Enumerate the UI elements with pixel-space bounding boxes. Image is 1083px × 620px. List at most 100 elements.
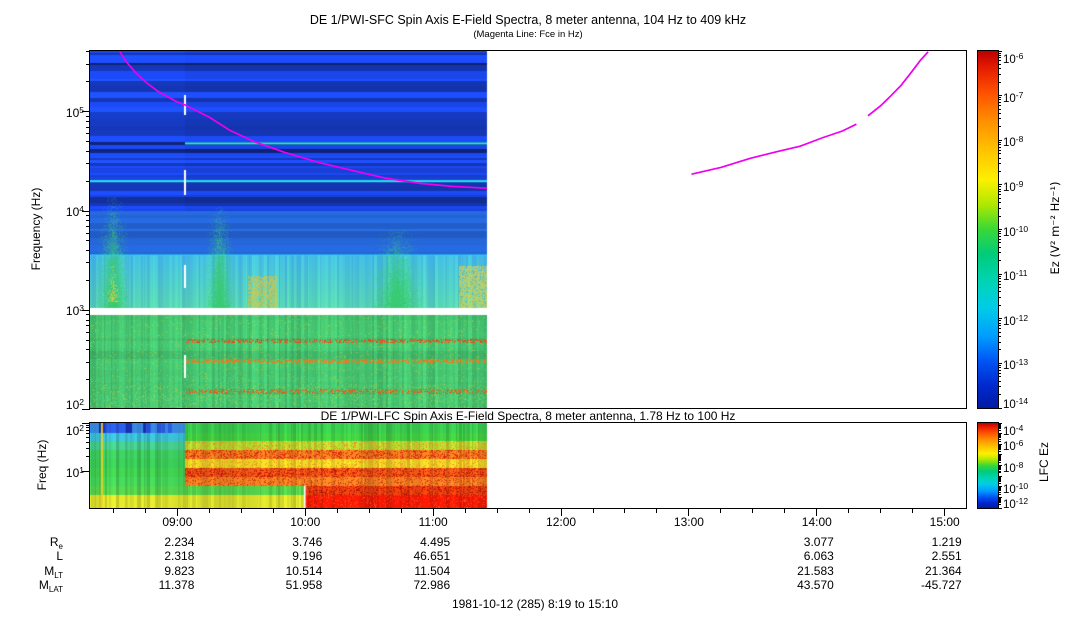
lfc-colorbar-minor-tick bbox=[998, 444, 1001, 446]
sfc-y-minor-tick bbox=[86, 115, 90, 117]
x-minor-tick bbox=[240, 509, 242, 513]
sfc-colorbar-major-tick bbox=[998, 273, 1002, 275]
ephemeris-value: 43.570 bbox=[797, 578, 834, 592]
ephemeris-value: 11.378 bbox=[158, 578, 195, 592]
sfc-y-minor-tick bbox=[86, 279, 90, 281]
lfc-colorbar-tick-label: 10-4 bbox=[1003, 423, 1024, 438]
lfc-colorbar bbox=[977, 422, 999, 509]
lfc-colorbar-tick-label: 10-12 bbox=[1003, 496, 1029, 511]
ephemeris-value: 6.063 bbox=[803, 549, 834, 563]
lfc-colorbar-minor-tick bbox=[998, 504, 1001, 506]
sfc-y-minor-tick bbox=[86, 232, 90, 234]
sfc-colorbar-minor-tick bbox=[998, 291, 1001, 293]
ephemeris-value: 46.651 bbox=[413, 549, 451, 563]
x-minor-tick bbox=[752, 509, 754, 513]
sfc-colorbar-major-tick bbox=[998, 95, 1002, 97]
ephemeris-value: 21.364 bbox=[924, 564, 962, 578]
ephemeris-value: 3.077 bbox=[803, 535, 834, 549]
sfc-colorbar-minor-tick bbox=[998, 376, 1001, 378]
lfc-panel-title: DE 1/PWI-LFC Spin Axis E-Field Spectra, … bbox=[320, 409, 736, 423]
sfc-colorbar-minor-tick bbox=[998, 146, 1001, 148]
sfc-y-minor-tick bbox=[86, 163, 90, 165]
x-tick-label: 15:00 bbox=[929, 515, 960, 529]
ephemeris-row-label: L bbox=[56, 549, 63, 563]
sfc-y-minor-tick bbox=[86, 81, 90, 83]
sfc-colorbar-minor-tick bbox=[998, 328, 1001, 330]
x-tick-label: 13:00 bbox=[673, 515, 704, 529]
sfc-colorbar-minor-tick bbox=[998, 97, 1001, 99]
sfc-y-minor-tick bbox=[86, 314, 90, 316]
lfc-colorbar-minor-tick bbox=[998, 440, 1001, 442]
lfc-colorbar-minor-tick bbox=[998, 454, 1001, 456]
x-minor-tick bbox=[656, 509, 658, 513]
sfc-y-minor-tick bbox=[86, 126, 90, 128]
sfc-spectrogram-canvas bbox=[90, 51, 966, 408]
ephemeris-value: 51.958 bbox=[285, 578, 323, 592]
sfc-colorbar-minor-tick bbox=[998, 252, 1001, 254]
lfc-colorbar-minor-tick bbox=[998, 501, 1001, 503]
x-tick-label: 10:00 bbox=[290, 515, 321, 529]
sfc-colorbar-minor-tick bbox=[998, 364, 1001, 366]
lfc-y-tick-label: 102 bbox=[65, 422, 84, 438]
x-tick-label: 14:00 bbox=[801, 515, 832, 529]
sfc-colorbar-major-tick bbox=[998, 184, 1002, 186]
sfc-y-minor-tick bbox=[86, 133, 90, 135]
lfc-colorbar-minor-tick bbox=[998, 447, 1001, 449]
sfc-colorbar-minor-tick bbox=[998, 341, 1001, 343]
lfc-colorbar-minor-tick bbox=[998, 481, 1001, 483]
sfc-colorbar-minor-tick bbox=[998, 170, 1001, 172]
lfc-colorbar-minor-tick bbox=[998, 502, 1001, 504]
sfc-y-minor-tick bbox=[86, 120, 90, 122]
sfc-y-tick-label: 103 bbox=[65, 303, 84, 319]
lfc-colorbar-minor-tick bbox=[998, 438, 1001, 440]
sfc-colorbar-minor-tick bbox=[998, 283, 1001, 285]
x-minor-tick bbox=[464, 509, 466, 513]
sfc-colorbar-minor-tick bbox=[998, 81, 1001, 83]
sfc-colorbar-minor-tick bbox=[998, 287, 1001, 289]
lfc-y-minor-tick bbox=[86, 427, 90, 429]
lfc-y-minor-tick bbox=[86, 441, 90, 443]
ephemeris-value: 3.746 bbox=[292, 535, 323, 549]
ephemeris-value: 2.551 bbox=[931, 549, 962, 563]
lfc-colorbar-minor-tick bbox=[998, 422, 1001, 424]
sfc-colorbar-tick-label: 10-10 bbox=[1003, 223, 1029, 239]
sfc-spectrogram-panel bbox=[89, 50, 967, 409]
x-minor-tick bbox=[528, 509, 530, 513]
sfc-colorbar-minor-tick bbox=[998, 322, 1001, 324]
sfc-colorbar-minor-tick bbox=[998, 118, 1001, 120]
sfc-colorbar-minor-tick bbox=[998, 238, 1001, 240]
sfc-colorbar-minor-tick bbox=[998, 197, 1001, 199]
sfc-colorbar-minor-tick bbox=[998, 331, 1001, 333]
ephemeris-value: 10.514 bbox=[285, 564, 323, 578]
lfc-colorbar-canvas bbox=[978, 423, 998, 508]
x-tick-label: 11:00 bbox=[418, 515, 448, 529]
sfc-y-tick-label: 102 bbox=[65, 397, 84, 412]
sfc-colorbar-minor-tick bbox=[998, 242, 1001, 244]
ephemeris-value: 9.196 bbox=[292, 549, 323, 563]
x-minor-tick bbox=[784, 509, 786, 513]
sfc-colorbar-minor-tick bbox=[998, 277, 1001, 279]
lfc-colorbar-minor-tick bbox=[998, 497, 1001, 499]
sfc-y-minor-tick bbox=[86, 225, 90, 227]
x-minor-tick bbox=[208, 509, 210, 513]
lfc-colorbar-minor-tick bbox=[998, 449, 1001, 451]
sfc-colorbar-minor-tick bbox=[998, 367, 1001, 369]
sfc-colorbar-tick-label: 10-11 bbox=[1003, 268, 1028, 284]
sfc-colorbar-minor-tick bbox=[998, 386, 1001, 388]
ephemeris-value: 21.583 bbox=[797, 564, 834, 578]
sfc-colorbar-tick-label: 10-9 bbox=[1003, 178, 1024, 194]
lfc-colorbar-minor-tick bbox=[998, 479, 1001, 481]
sfc-y-minor-tick bbox=[86, 150, 90, 152]
x-minor-tick bbox=[144, 509, 146, 513]
lfc-colorbar-minor-tick bbox=[998, 470, 1001, 472]
lfc-colorbar-minor-tick bbox=[998, 469, 1001, 471]
lfc-colorbar-minor-tick bbox=[998, 429, 1001, 431]
sfc-y-minor-tick bbox=[86, 220, 90, 222]
x-minor-tick bbox=[880, 509, 882, 513]
x-minor-tick bbox=[624, 509, 626, 513]
x-minor-tick bbox=[400, 509, 402, 513]
sfc-y-minor-tick bbox=[86, 319, 90, 321]
ephemeris-value: 2.234 bbox=[164, 535, 195, 549]
sfc-colorbar-major-tick bbox=[998, 407, 1002, 409]
sfc-y-minor-tick bbox=[86, 215, 90, 217]
